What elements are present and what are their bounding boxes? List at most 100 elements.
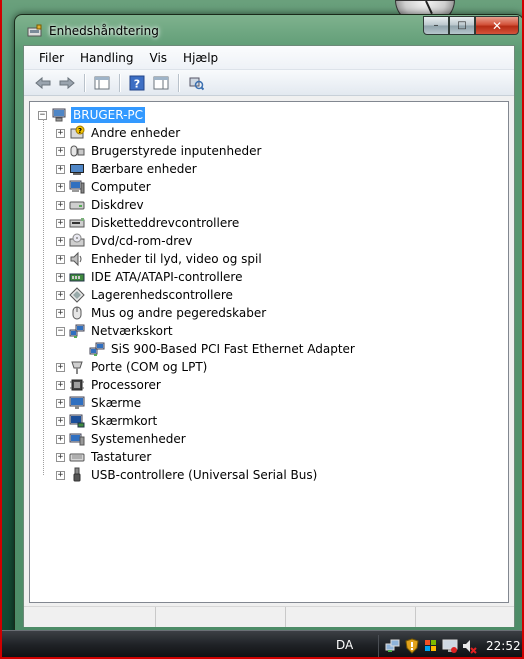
device-manager-window: Enhedshåndtering – □ ✕ Filer Handling Vi…	[14, 14, 524, 634]
tree-row-category[interactable]: + Disketteddrevcontrollere	[56, 214, 241, 232]
menu-view[interactable]: Vis	[142, 49, 176, 67]
expand-toggle[interactable]: +	[56, 362, 65, 372]
tree-row-device[interactable]: SiS 900-Based PCI Fast Ethernet Adapter	[74, 340, 357, 358]
network-icon[interactable]	[385, 638, 401, 654]
view-pane-icon	[153, 76, 169, 89]
tree-row-category[interactable]: + Skærme	[56, 394, 143, 412]
close-button[interactable]: ✕	[475, 16, 519, 35]
tree-node-label: SiS 900-Based PCI Fast Ethernet Adapter	[111, 342, 355, 356]
tree-row-category[interactable]: + Computer	[56, 178, 153, 196]
monitor-icon	[69, 396, 85, 409]
expand-toggle[interactable]: +	[56, 218, 65, 228]
toolbar-separator	[84, 73, 85, 92]
tree-row-category[interactable]: + Systemenheder	[56, 430, 188, 448]
port-icon	[71, 361, 83, 374]
tree-row-category[interactable]: + Porte (COM og LPT)	[56, 358, 209, 376]
tree-node-label: Bærbare enheder	[91, 162, 197, 176]
tree-row-root[interactable]: − BRUGER-PC	[38, 106, 146, 124]
expand-toggle[interactable]: +	[56, 452, 65, 462]
security-shield-icon[interactable]	[404, 638, 420, 654]
expand-toggle[interactable]: +	[56, 434, 65, 444]
display-adapter-icon	[69, 414, 85, 428]
network-adapter-icon	[69, 324, 85, 338]
expand-toggle[interactable]: +	[56, 146, 65, 156]
expand-toggle[interactable]: +	[56, 290, 65, 300]
expand-toggle[interactable]: +	[56, 236, 65, 246]
dvd-drive-icon	[69, 233, 85, 247]
properties-button[interactable]	[91, 73, 113, 93]
menu-action[interactable]: Handling	[72, 49, 142, 67]
language-indicator[interactable]: DA	[336, 638, 353, 652]
floppy-controller-icon	[69, 218, 85, 228]
storage-controller-icon	[69, 287, 85, 303]
maximize-button[interactable]: □	[449, 16, 475, 35]
processor-icon	[70, 379, 84, 391]
tree-row-category[interactable]: + Brugerstyrede inputenheder	[56, 142, 263, 160]
windows-update-icon[interactable]	[423, 638, 439, 654]
expand-toggle[interactable]: +	[56, 182, 65, 192]
title-bar[interactable]: Enhedshåndtering – □ ✕	[15, 15, 523, 47]
menu-help[interactable]: Hjælp	[175, 49, 226, 67]
tree-row-category[interactable]: + Skærmkort	[56, 412, 159, 430]
scan-hardware-button[interactable]	[185, 73, 207, 93]
volume-muted-icon[interactable]	[461, 638, 477, 654]
expand-toggle[interactable]: +	[56, 164, 65, 174]
expand-toggle[interactable]: +	[56, 128, 65, 138]
scan-hardware-icon	[189, 77, 204, 90]
unknown-device-icon: ?	[70, 125, 85, 139]
expand-toggle[interactable]: +	[56, 398, 65, 408]
view-pane-button[interactable]	[150, 73, 172, 93]
status-bar	[24, 606, 514, 627]
display-icon[interactable]	[442, 638, 458, 654]
expand-toggle[interactable]: +	[56, 200, 65, 210]
forward-arrow-icon	[59, 76, 75, 89]
tree-row-category[interactable]: + Enheder til lyd, video og spil	[56, 250, 264, 268]
sound-icon	[70, 251, 82, 267]
network-adapter-icon	[89, 342, 105, 356]
tree-row-category[interactable]: − Netværkskort	[56, 322, 175, 340]
tree-row-category[interactable]: +? Andre enheder	[56, 124, 182, 142]
tree-row-category[interactable]: + Lagerenhedscontrollere	[56, 286, 235, 304]
tree-row-category[interactable]: + Tastaturer	[56, 448, 153, 466]
status-cell	[156, 607, 286, 627]
expand-toggle[interactable]: +	[56, 272, 65, 282]
portable-device-icon	[70, 164, 84, 175]
device-tree-panel[interactable]: − BRUGER-PC +? Andre enheder + Brugerstyrede …	[29, 101, 509, 603]
clock-time[interactable]: 22:52	[486, 639, 521, 653]
tree-row-category[interactable]: + Bærbare enheder	[56, 160, 199, 178]
expand-toggle[interactable]: +	[56, 380, 65, 390]
computer-icon	[69, 180, 85, 194]
help-button[interactable]: ?	[126, 73, 148, 93]
expand-toggle[interactable]: +	[56, 470, 65, 480]
tree-row-category[interactable]: + USB-controllere (Universal Serial Bus)	[56, 466, 319, 484]
tree-node-label: Dvd/cd-rom-drev	[91, 234, 193, 248]
frame-edge	[0, 0, 2, 659]
tree-row-category[interactable]: + Dvd/cd-rom-drev	[56, 232, 194, 250]
tree-node-label: Tastaturer	[91, 450, 152, 464]
system-tray: 22:52	[378, 635, 524, 657]
menu-file[interactable]: Filer	[31, 49, 72, 67]
tree-node-label: Skærme	[91, 396, 142, 410]
usb-icon	[73, 467, 81, 482]
tree-row-category[interactable]: + Processorer	[56, 376, 163, 394]
toolbar-separator	[119, 73, 120, 92]
tree-node-label: Diskdrev	[91, 198, 144, 212]
status-cell	[24, 607, 156, 627]
collapse-toggle[interactable]: −	[56, 326, 65, 336]
keyboard-icon	[69, 453, 85, 462]
forward-button[interactable]	[56, 73, 78, 93]
tree-node-label: Processorer	[91, 378, 161, 392]
expand-toggle[interactable]: +	[56, 254, 65, 264]
status-cell	[416, 607, 514, 627]
tree-node-label: Systemenheder	[91, 432, 186, 446]
expand-toggle[interactable]: +	[56, 308, 65, 318]
back-button[interactable]	[32, 73, 54, 93]
minimize-button[interactable]: –	[423, 16, 449, 35]
tree-row-category[interactable]: + Mus og andre pegeredskaber	[56, 304, 268, 322]
tree-guide-line	[43, 119, 44, 475]
tree-node-label: Porte (COM og LPT)	[91, 360, 208, 374]
expand-toggle[interactable]: +	[56, 416, 65, 426]
tree-row-category[interactable]: + IDE ATA/ATAPI-controllere	[56, 268, 244, 286]
tree-row-category[interactable]: + Diskdrev	[56, 196, 146, 214]
mouse-icon	[72, 306, 82, 320]
